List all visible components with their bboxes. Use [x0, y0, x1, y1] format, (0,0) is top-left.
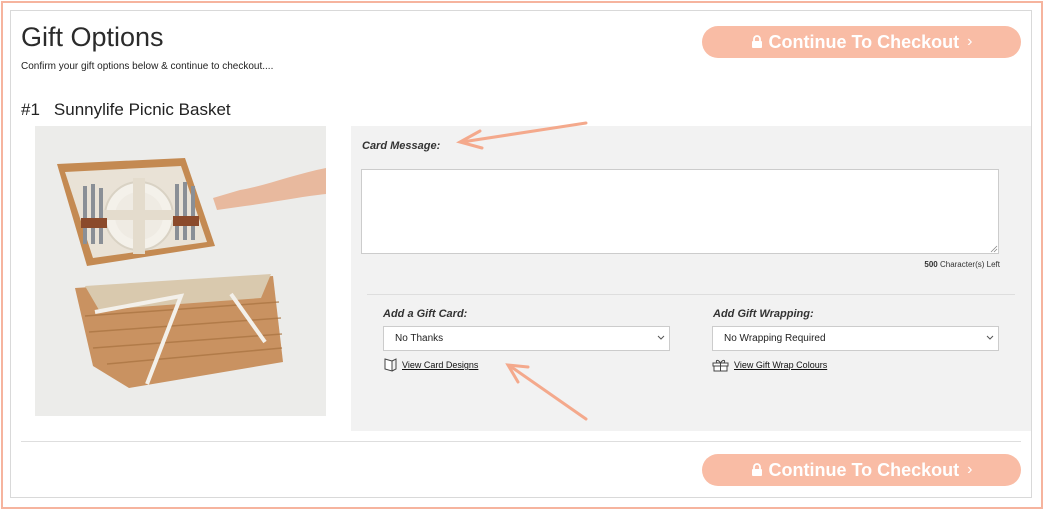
resize-grip-icon[interactable]: [990, 245, 998, 253]
chevron-down-icon: [657, 335, 665, 340]
view-gift-wrap-colours-row[interactable]: View Gift Wrap Colours: [712, 358, 827, 372]
chevron-down-icon: [986, 335, 994, 340]
continue-to-checkout-button-bottom[interactable]: Continue To Checkout ›: [702, 454, 1021, 486]
lock-icon: [751, 462, 762, 476]
view-gift-wrap-colours-link[interactable]: View Gift Wrap Colours: [734, 360, 827, 370]
card-message-input[interactable]: [361, 169, 999, 254]
picnic-basket-illustration: [35, 126, 326, 416]
chevron-right-icon: ›: [967, 33, 973, 50]
gift-card-label: Add a Gift Card:: [383, 308, 468, 320]
gift-card-selected-value: No Thanks: [395, 333, 444, 344]
chevron-right-icon: ›: [967, 461, 973, 478]
gift-icon: [712, 359, 729, 372]
checkout-label: Continue To Checkout: [768, 459, 960, 480]
gift-wrapping-label: Add Gift Wrapping:: [713, 308, 814, 320]
characters-left-text: Character(s) Left: [939, 260, 1000, 269]
page-title: Gift Options: [21, 22, 164, 52]
view-card-designs-link[interactable]: View Card Designs: [402, 360, 478, 370]
card-icon: [384, 358, 397, 372]
bottom-divider: [21, 441, 1021, 442]
page-subtitle: Confirm your gift options below & contin…: [21, 61, 274, 72]
item-heading: #1 Sunnylife Picnic Basket: [21, 100, 231, 120]
lock-icon: [751, 34, 762, 48]
card-message-label: Card Message:: [362, 140, 441, 152]
characters-left-count: 500: [924, 260, 938, 269]
gift-wrapping-select[interactable]: No Wrapping Required: [712, 326, 999, 351]
gift-card-select[interactable]: No Thanks: [383, 326, 670, 351]
view-card-designs-row[interactable]: View Card Designs: [384, 358, 478, 372]
item-number: #1: [21, 100, 40, 119]
item-name: Sunnylife Picnic Basket: [53, 100, 231, 119]
gift-options-panel: Card Message: 500 Character(s) Left Add …: [351, 126, 1031, 431]
checkout-label: Continue To Checkout: [768, 31, 960, 52]
characters-left-counter: 500 Character(s) Left: [924, 260, 1000, 269]
continue-to-checkout-button-top[interactable]: Continue To Checkout ›: [702, 26, 1021, 58]
gift-wrapping-selected-value: No Wrapping Required: [724, 333, 826, 344]
product-image: [35, 126, 326, 416]
panel-divider: [367, 294, 1015, 295]
